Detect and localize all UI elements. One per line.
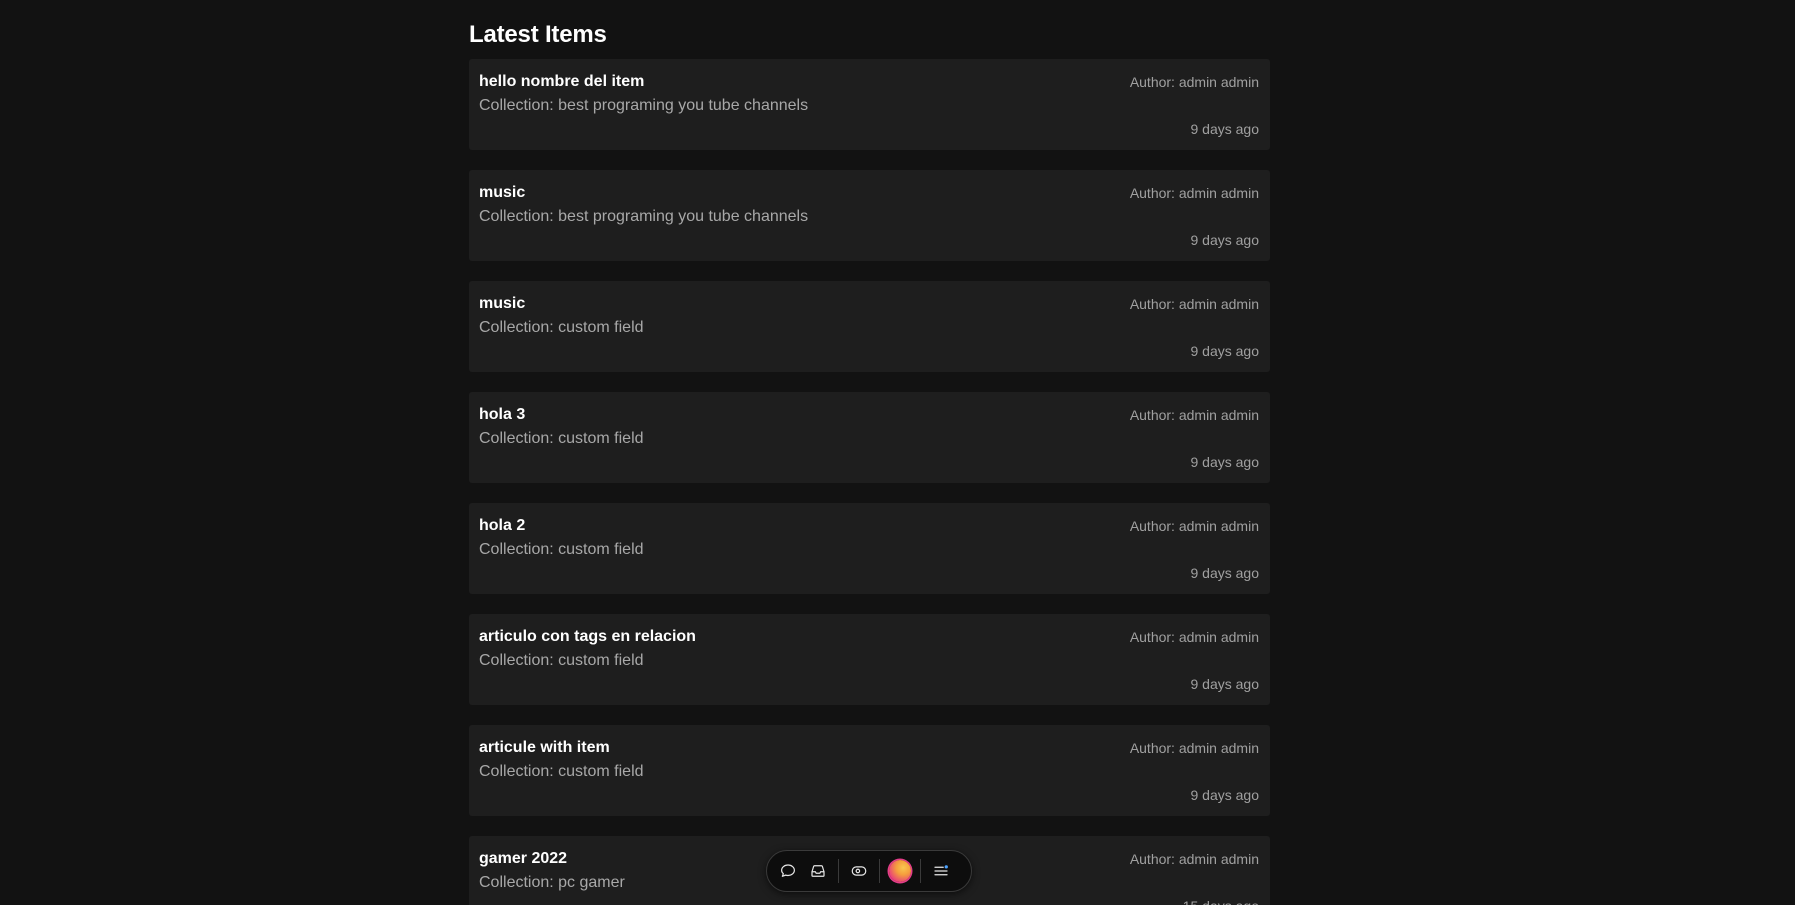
avatar-button[interactable] bbox=[885, 856, 915, 886]
item-title: hola 2 bbox=[479, 517, 526, 534]
item-timestamp: 9 days ago bbox=[1190, 121, 1260, 137]
latest-items-section: Latest Items hello nombre del item Collec… bbox=[469, 0, 1270, 905]
floating-toolbar bbox=[766, 850, 972, 892]
item-card[interactable]: music Collection: custom field Author: adm… bbox=[469, 281, 1270, 372]
item-author: Author: admin admin bbox=[1129, 851, 1259, 867]
item-author: Author: admin admin bbox=[1129, 740, 1259, 756]
page: Latest Items hello nombre del item Collec… bbox=[0, 0, 1795, 905]
item-card[interactable]: articule with item Collection: custom fie… bbox=[469, 725, 1270, 816]
item-author: Author: admin admin bbox=[1129, 518, 1259, 534]
item-author: Author: admin admin bbox=[1129, 74, 1259, 90]
comments-button[interactable] bbox=[773, 856, 803, 886]
avatar bbox=[889, 860, 911, 882]
inbox-icon bbox=[811, 865, 825, 877]
comment-icon bbox=[781, 864, 795, 877]
item-title: music bbox=[479, 184, 526, 201]
menu-button[interactable] bbox=[926, 856, 956, 886]
toolbar-divider bbox=[879, 859, 880, 883]
item-timestamp: 9 days ago bbox=[1190, 565, 1260, 581]
toolbar-divider bbox=[920, 859, 921, 883]
item-collection: Collection: custom field bbox=[479, 763, 644, 780]
item-author: Author: admin admin bbox=[1129, 629, 1259, 645]
item-collection: Collection: best programing you tube cha… bbox=[479, 97, 809, 114]
item-title: gamer 2022 bbox=[479, 850, 568, 867]
item-collection: Collection: best programing you tube cha… bbox=[479, 208, 809, 225]
item-author: Author: admin admin bbox=[1129, 407, 1259, 423]
item-title: hola 3 bbox=[479, 406, 526, 423]
item-card[interactable]: articulo con tags en relacion Collection:… bbox=[469, 614, 1270, 705]
item-title: hello nombre del item bbox=[479, 73, 645, 90]
item-card[interactable]: music Collection: best programing you tub… bbox=[469, 170, 1270, 261]
item-collection: Collection: custom field bbox=[479, 319, 644, 336]
eye-icon bbox=[851, 866, 867, 876]
item-timestamp: 9 days ago bbox=[1190, 232, 1260, 248]
item-timestamp: 9 days ago bbox=[1190, 454, 1260, 470]
item-timestamp: 9 days ago bbox=[1190, 787, 1260, 803]
item-collection: Collection: custom field bbox=[479, 430, 644, 447]
item-title: music bbox=[479, 295, 526, 312]
item-timestamp: 9 days ago bbox=[1190, 676, 1260, 692]
item-author: Author: admin admin bbox=[1129, 296, 1259, 312]
toolbar-divider bbox=[838, 859, 839, 883]
item-collection: Collection: custom field bbox=[479, 541, 644, 558]
preview-button[interactable] bbox=[844, 856, 874, 886]
item-timestamp: 9 days ago bbox=[1190, 343, 1260, 359]
item-card[interactable]: hola 2 Collection: custom field Author: ad… bbox=[469, 503, 1270, 594]
section-heading: Latest Items bbox=[469, 21, 607, 48]
item-card[interactable]: hello nombre del item Collection: best pr… bbox=[469, 59, 1270, 150]
menu-icon bbox=[934, 865, 948, 876]
item-collection: Collection: custom field bbox=[479, 652, 644, 669]
inbox-button[interactable] bbox=[803, 856, 833, 886]
item-timestamp: 15 days ago bbox=[1183, 897, 1259, 905]
item-list: hello nombre del item Collection: best pr… bbox=[469, 59, 1270, 905]
item-title: articulo con tags en relacion bbox=[479, 628, 696, 645]
item-card[interactable]: hola 3 Collection: custom field Author: ad… bbox=[469, 392, 1270, 483]
item-author: Author: admin admin bbox=[1129, 185, 1259, 201]
item-title: articule with item bbox=[479, 739, 610, 756]
item-collection: Collection: pc gamer bbox=[479, 874, 625, 891]
